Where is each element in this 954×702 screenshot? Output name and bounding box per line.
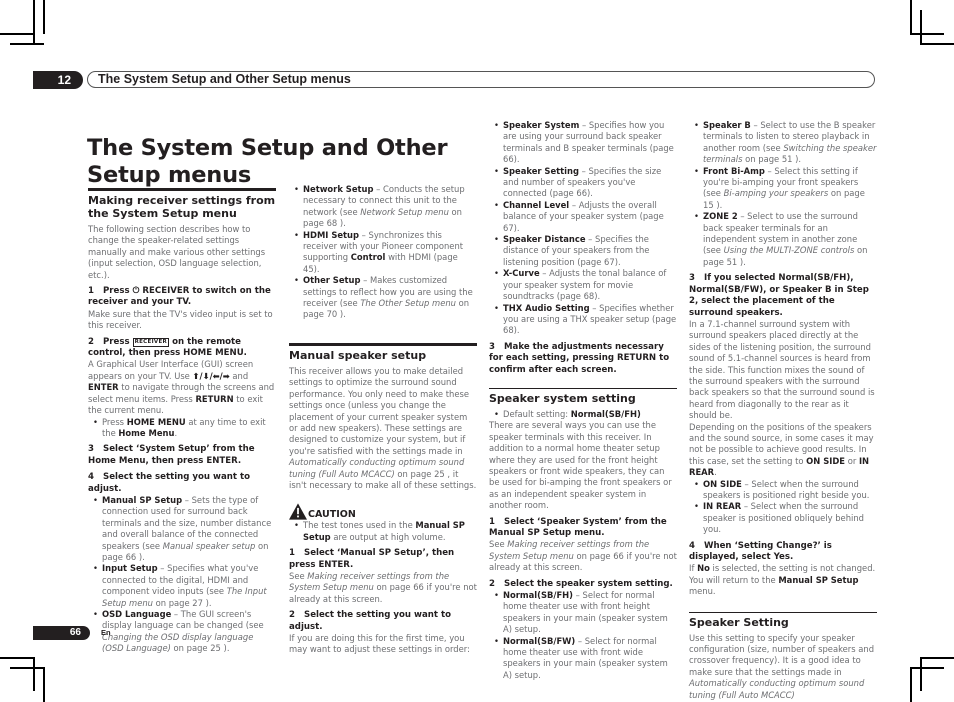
list-item: Normal(SB/FW) – Select for normal home t…	[494, 636, 677, 682]
list-item: Front Bi-Amp – Select this setting if yo…	[694, 166, 877, 212]
step-3-text-2: Depending on the positions of the speake…	[689, 421, 874, 478]
step-1: 1 Select ‘Speaker System’ from the Manua…	[489, 516, 667, 538]
list-item: Input Setup – Specifies what you've conn…	[93, 563, 276, 609]
section-intro: This receiver allows you to make detaile…	[289, 365, 477, 490]
receiver-key-icon: RECEIVER	[132, 337, 170, 347]
step-4: 4 Select the setting you want to adjust.	[88, 472, 250, 494]
step-2: 2 Select the speaker system setting.	[489, 578, 673, 589]
speaker-system-options: Speaker B – Select to use the B speaker …	[689, 120, 877, 268]
section-rule	[489, 387, 677, 389]
setting-list: Speaker System – Specifies how you are u…	[489, 120, 677, 337]
default-setting: Default setting: Normal(SB/FH)	[489, 409, 677, 421]
section-intro: There are several ways you can use the s…	[489, 420, 672, 511]
list-item: Channel Level – Adjusts the overall bala…	[494, 200, 677, 234]
page-number-tab: 66	[33, 626, 90, 640]
warning-icon	[289, 503, 307, 520]
list-item: Manual SP Setup – Sets the type of conne…	[93, 495, 276, 563]
crop-mark	[0, 657, 34, 659]
list-item: ZONE 2 – Select to use the surround back…	[694, 211, 877, 268]
section-title: Making receiver settings from the System…	[88, 194, 276, 220]
step-2: 2 Select the setting you want to adjust.	[289, 610, 451, 632]
section-title: Speaker system setting	[489, 391, 636, 405]
column-3: Speaker System – Specifies how you are u…	[489, 120, 677, 681]
list-item: Speaker Distance – Specifies the distanc…	[494, 234, 677, 268]
list-item: Speaker Setting – Specifies the size and…	[494, 166, 677, 200]
step-1-text: See Making receiver settings from the Sy…	[489, 539, 677, 573]
section-title: Speaker Setting	[689, 615, 789, 629]
step-4-text: If No is selected, the setting is not ch…	[689, 563, 876, 597]
section-intro: The following section describes how to c…	[88, 224, 266, 280]
step-2-bullets: Press HOME MENU at any time to exit the …	[88, 417, 276, 440]
step-1: 1 Press ⏻ RECEIVER to switch on the rece…	[88, 286, 271, 308]
step-2-text: If you are doing this for the first time…	[289, 633, 470, 655]
step-4: 4 When ‘Setting Change?’ is displayed, s…	[689, 540, 832, 563]
setting-list: Manual SP Setup – Sets the type of conne…	[88, 495, 276, 655]
step-1-text: Make sure that the TV's video input is s…	[88, 308, 273, 331]
crop-mark	[920, 10, 922, 44]
list-item: THX Audio Setting – Specifies whether yo…	[494, 303, 677, 337]
section-title: Manual speaker setup	[289, 348, 427, 362]
crop-mark	[10, 667, 44, 669]
crop-mark	[920, 43, 954, 45]
list-item: IN REAR – Select when the surround speak…	[694, 501, 877, 535]
caution-label: CAUTION	[308, 508, 356, 520]
list-item: Default setting: Normal(SB/FH)	[494, 409, 677, 421]
crop-mark	[910, 33, 944, 35]
list-item: Speaker B – Select to use the B speaker …	[694, 120, 877, 166]
crop-mark	[910, 667, 912, 702]
chapter-header-title: The System Setup and Other Setup menus	[98, 72, 351, 86]
crop-mark	[10, 43, 44, 45]
list-item: X-Curve – Adjusts the tonal balance of y…	[494, 268, 677, 302]
crop-mark	[43, 0, 45, 34]
crop-mark	[920, 657, 954, 659]
speaker-system-options: Normal(SB/FH) – Select for normal home t…	[489, 590, 677, 681]
column-4: Speaker B – Select to use the B speaker …	[689, 120, 877, 701]
crop-mark	[43, 667, 45, 702]
list-item: OSD Language – The GUI screen's display …	[93, 609, 276, 655]
column-1: Making receiver settings from the System…	[88, 188, 276, 655]
list-item: HDMI Setup – Synchronizes this receiver …	[294, 230, 477, 276]
list-item: Other Setup – Makes customized settings …	[294, 275, 477, 321]
column-2: Network Setup – Conducts the setup neces…	[289, 184, 477, 656]
crop-mark	[33, 0, 35, 44]
caution-heading: CAUTION	[289, 503, 477, 520]
crop-mark	[920, 657, 922, 691]
step-3: 3 Make the adjustments necessary for eac…	[489, 341, 670, 375]
section-rule	[88, 188, 276, 191]
section-intro: Use this setting to specify your speaker…	[689, 632, 875, 700]
placement-options: ON SIDE – Select when the surround speak…	[689, 479, 877, 536]
language-label: En	[101, 628, 111, 637]
section-rule	[289, 342, 477, 346]
step-3: 3 Select ‘System Setup’ from the Home Me…	[88, 444, 255, 466]
step-3-text: In a 7.1-channel surround system with su…	[689, 318, 875, 421]
section-rule	[689, 611, 877, 613]
step-3: 3 If you selected Normal(SB/FH), Normal(…	[689, 273, 869, 318]
step-2-text: A Graphical User Interface (GUI) screen …	[88, 359, 275, 416]
setting-list: Network Setup – Conducts the setup neces…	[289, 184, 477, 321]
crop-mark	[910, 0, 912, 34]
step-2: 2 Press RECEIVER on the remote control, …	[88, 336, 247, 359]
caution-list: The test tones used in the Manual SP Set…	[289, 520, 477, 543]
list-item: Network Setup – Conducts the setup neces…	[294, 184, 477, 230]
list-item: Normal(SB/FH) – Select for normal home t…	[494, 590, 677, 636]
list-item: Speaker System – Specifies how you are u…	[494, 120, 677, 166]
arrow-keys-icon: ⬆/⬇/⬅/➡	[192, 370, 230, 381]
step-1: 1 Select ‘Manual SP Setup’, then press E…	[289, 548, 455, 570]
crop-mark	[910, 667, 944, 669]
crop-mark	[0, 33, 34, 35]
list-item: ON SIDE – Select when the surround speak…	[694, 479, 877, 502]
crop-mark	[33, 657, 35, 691]
list-item: The test tones used in the Manual SP Set…	[294, 520, 477, 543]
chapter-number-tab: 12	[33, 71, 83, 89]
step-1-text: See Making receiver settings from the Sy…	[289, 570, 477, 604]
list-item: Press HOME MENU at any time to exit the …	[93, 417, 276, 440]
page-title: The System Setup and Other Setup menus	[87, 135, 448, 189]
